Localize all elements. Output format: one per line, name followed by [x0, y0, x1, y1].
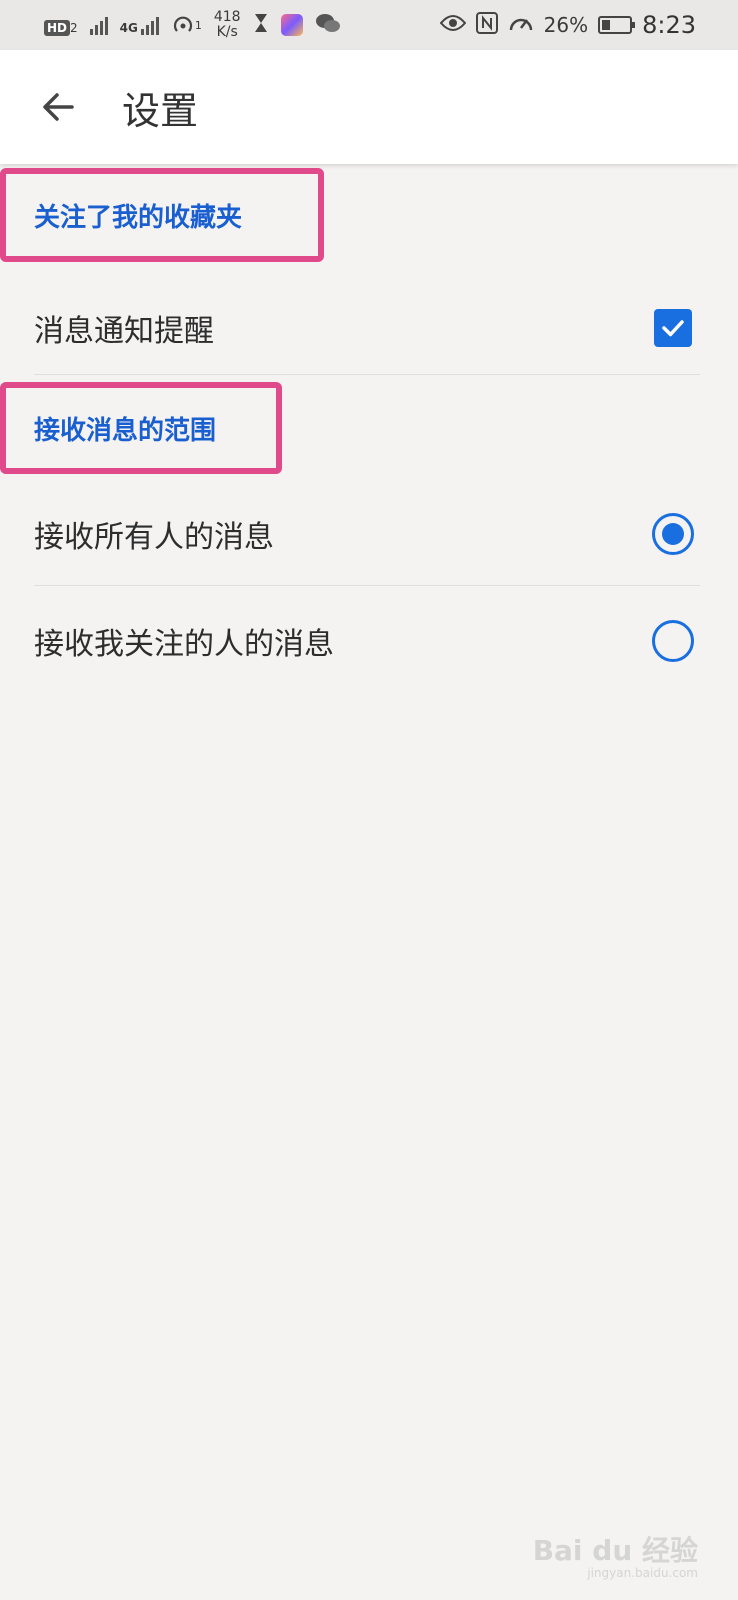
scope-option-followed-row[interactable]: 接收我关注的人的消息: [34, 590, 700, 692]
status-bar: HD 2 4G 1 418 K/s 26% 8:23: [0, 0, 738, 50]
scope-option-all-radio[interactable]: [652, 513, 694, 555]
net-speed-value: 418: [213, 9, 241, 25]
divider: [34, 585, 700, 586]
page-title: 设置: [122, 88, 199, 133]
speedometer-icon: [508, 12, 534, 39]
hd-sub: 2: [70, 21, 78, 35]
app-bar: 设置: [0, 50, 738, 164]
arrow-left-icon: [43, 93, 74, 121]
nfc-icon: [475, 11, 498, 39]
hourglass-icon: [253, 12, 269, 39]
scope-option-followed-radio[interactable]: [652, 620, 694, 662]
clock: 8:23: [642, 11, 696, 39]
watermark-brand: Bai du 经验: [532, 1534, 698, 1567]
battery-icon: [598, 16, 636, 34]
radio-selected-dot: [662, 523, 684, 545]
hotspot-sub: 1: [194, 18, 202, 32]
scope-option-all-label: 接收所有人的消息: [34, 520, 274, 555]
eye-icon: [439, 13, 466, 37]
battery-percent: 26%: [543, 13, 589, 37]
section-header-followed: 关注了我的收藏夹: [0, 168, 324, 262]
notification-checkbox[interactable]: [654, 309, 692, 347]
check-icon: [662, 320, 684, 337]
back-button[interactable]: [28, 77, 88, 137]
notification-label: 消息通知提醒: [34, 314, 214, 349]
hotspot-icon: 1: [171, 14, 202, 36]
wechat-icon: [315, 12, 341, 39]
scope-option-all-row[interactable]: 接收所有人的消息: [34, 484, 700, 584]
hd-label: HD: [44, 20, 71, 36]
network-label: 4G: [119, 21, 138, 35]
net-speed-unit: K/s: [216, 24, 238, 40]
divider: [34, 374, 700, 375]
section-header-scope: 接收消息的范围: [0, 382, 282, 474]
notification-toggle-row[interactable]: 消息通知提醒: [34, 282, 700, 374]
hd-icon: HD 2: [44, 13, 78, 37]
net-speed: 418 K/s: [214, 10, 241, 40]
watermark-url: jingyan.baidu.com: [587, 1566, 698, 1580]
signal-icon: [89, 15, 108, 35]
app-icon: [280, 14, 303, 36]
network-icon: 4G: [120, 15, 159, 35]
scope-option-followed-label: 接收我关注的人的消息: [34, 627, 334, 662]
watermark: Bai du 经验 jingyan.baidu.com: [532, 1534, 698, 1581]
